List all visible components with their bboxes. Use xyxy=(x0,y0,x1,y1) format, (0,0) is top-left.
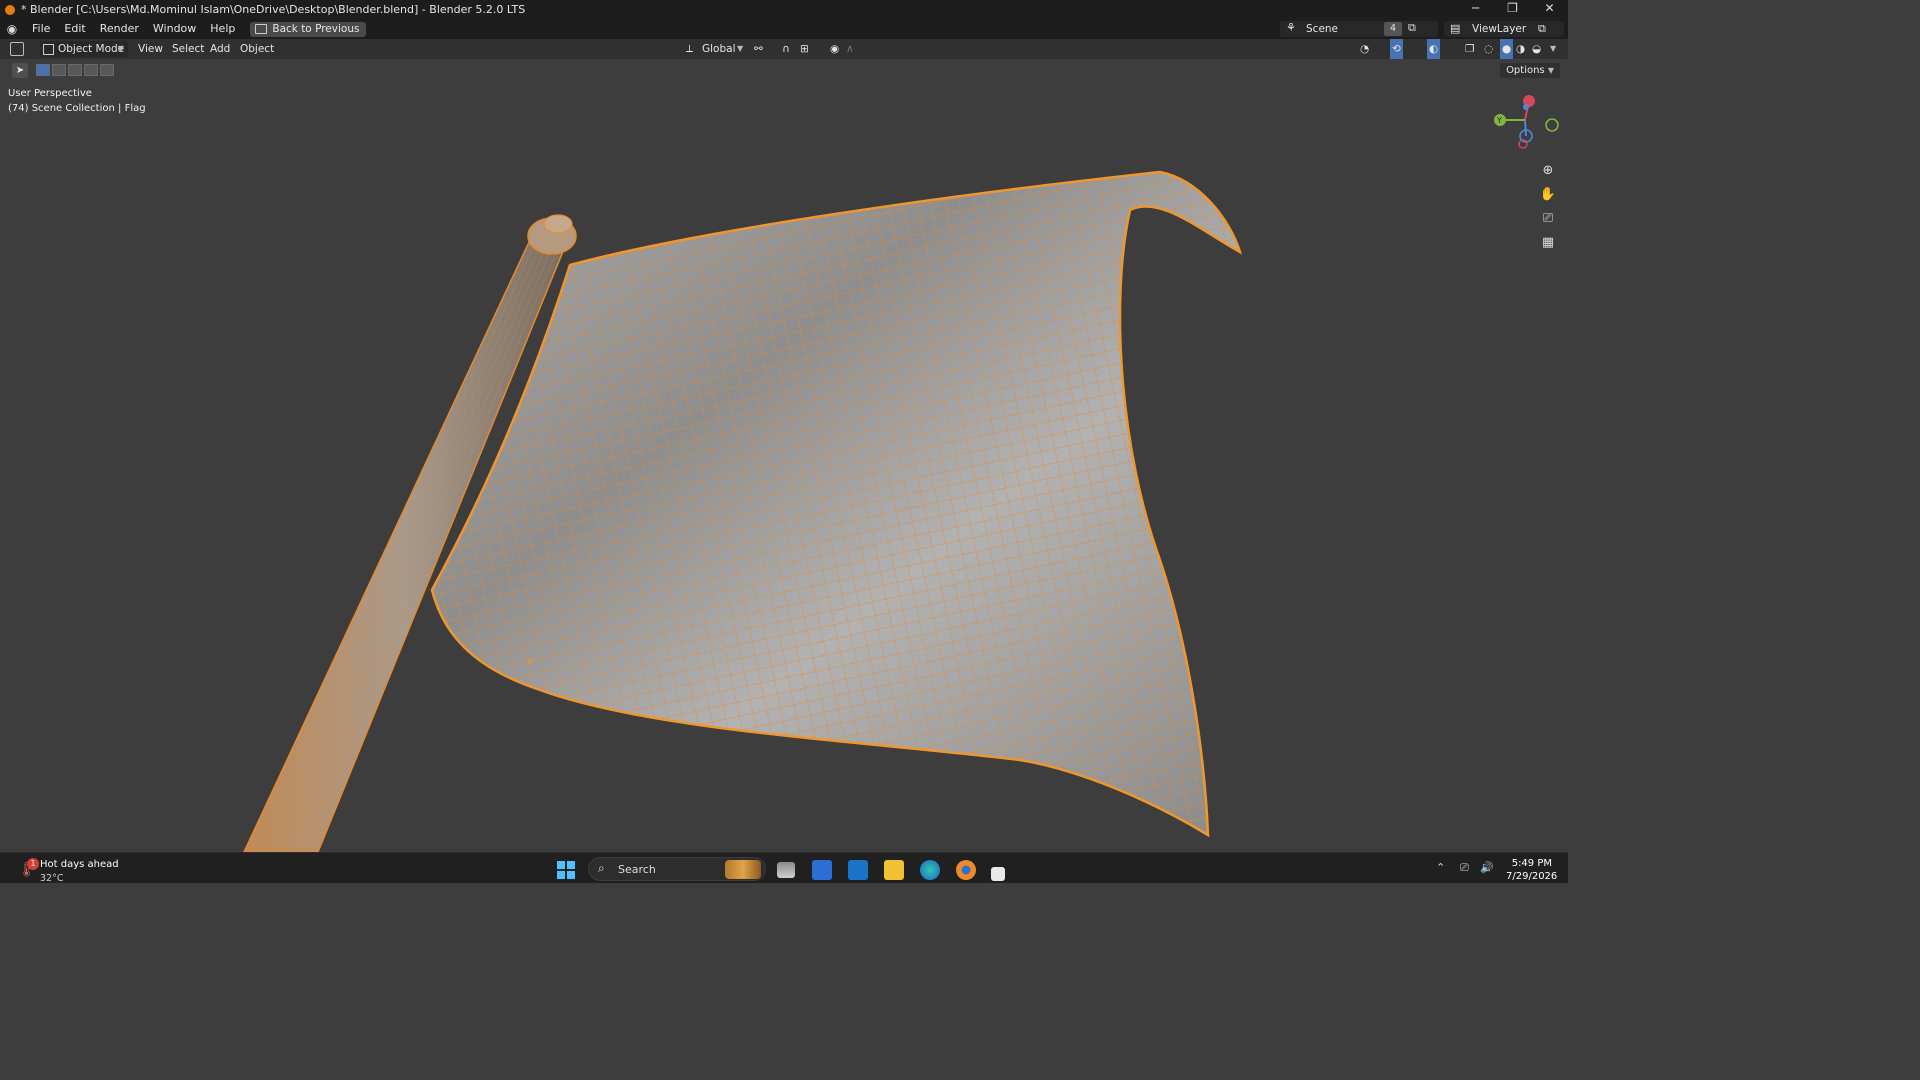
network-icon[interactable]: ⎚ xyxy=(1460,861,1469,875)
gizmo-y-label: Y xyxy=(1496,116,1502,125)
pan-hand-icon[interactable]: ✋ xyxy=(1537,184,1559,206)
weather-title: Hot days ahead xyxy=(40,859,119,870)
file-explorer-icon[interactable] xyxy=(884,860,904,880)
zoom-icon[interactable]: ⊕ xyxy=(1537,160,1559,182)
blender-taskbar-icon[interactable] xyxy=(956,860,976,880)
search-highlight-image xyxy=(725,860,761,879)
show-hidden-icons-chevron-icon[interactable]: ⌃ xyxy=(1436,861,1445,874)
gizmo-neg-y-axis[interactable] xyxy=(1545,118,1559,132)
edge-browser-icon[interactable] xyxy=(920,860,940,880)
ortho-grid-icon[interactable]: ▦ xyxy=(1537,232,1559,254)
system-clock[interactable]: 5:49 PM 7/29/2026 xyxy=(1506,857,1558,883)
clock-time: 5:49 PM xyxy=(1511,858,1552,869)
calendar-app-icon[interactable] xyxy=(991,867,1005,881)
notification-badge: 1 xyxy=(27,858,39,870)
clock-date: 7/29/2026 xyxy=(1506,871,1558,882)
search-label: Search xyxy=(618,863,656,876)
microsoft-store-icon[interactable] xyxy=(812,860,832,880)
viewport-perspective-label: User Perspective xyxy=(8,88,92,99)
taskbar: 🌡 1 Hot days ahead 32°C ⌕ Search ⌃ ⎚ 🔊 5… xyxy=(0,852,1568,884)
volume-icon[interactable]: 🔊 xyxy=(1480,861,1494,874)
weather-temperature: 32°C xyxy=(40,873,64,884)
outlook-icon[interactable] xyxy=(848,860,868,880)
viewport-canvas[interactable] xyxy=(0,0,1568,852)
camera-view-icon[interactable]: ⎚ xyxy=(1537,208,1559,230)
search-icon: ⌕ xyxy=(598,861,605,875)
start-button[interactable] xyxy=(557,861,575,879)
navigation-gizmo[interactable]: Y xyxy=(1488,92,1563,152)
viewport-collection-label: (74) Scene Collection | Flag xyxy=(8,103,146,114)
task-view-icon[interactable] xyxy=(777,862,795,878)
taskbar-search[interactable]: ⌕ Search xyxy=(588,857,766,881)
viewport-nav-buttons: ⊕ ✋ ⎚ ▦ xyxy=(1537,160,1561,256)
